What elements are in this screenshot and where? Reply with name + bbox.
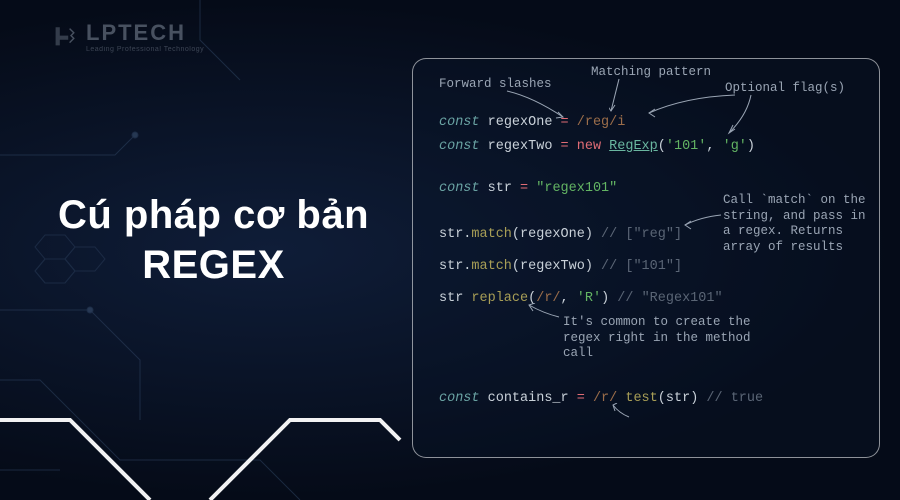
code-line-5: str.match(regexTwo) // ["101"] [439, 259, 682, 274]
code-line-6: str replace(/r/, 'R') // "Regex101" [439, 291, 723, 306]
logo-brand: LPTECH [86, 20, 204, 46]
annotation-call-match: Call `match` on the string, and pass in … [723, 193, 873, 256]
annotation-optional-flags: Optional flag(s) [725, 81, 845, 97]
code-line-4: str.match(regexOne) // ["reg"] [439, 227, 682, 242]
annotation-forward-slashes: Forward slashes [439, 77, 552, 93]
code-line-1: const regexOne = /reg/i [439, 115, 625, 130]
headline-line-2: REGEX [58, 240, 369, 290]
code-panel: Forward slashes Matching pattern Optiona… [412, 58, 880, 458]
arrow-common-create [525, 303, 565, 323]
code-line-3: const str = "regex101" [439, 181, 617, 196]
annotation-matching-pattern: Matching pattern [591, 65, 711, 81]
arrow-test [609, 403, 639, 423]
annotation-common-create: It's common to create the regex right in… [563, 315, 773, 362]
code-line-7: const contains_r = /r/ test(str) // true [439, 391, 763, 406]
arrow-optional-flags-2 [723, 93, 763, 139]
arrow-matching-pattern [609, 75, 639, 115]
code-line-2: const regexTwo = new RegExp('101', 'g') [439, 139, 755, 154]
arrow-optional-flags-1 [645, 93, 745, 119]
headline-line-1: Cú pháp cơ bản [58, 190, 369, 240]
logo-tagline: Leading Professional Technology [86, 46, 204, 53]
logo: LPTECH Leading Professional Technology [50, 20, 204, 53]
headline: Cú pháp cơ bản REGEX [58, 190, 369, 290]
logo-icon [50, 23, 78, 51]
